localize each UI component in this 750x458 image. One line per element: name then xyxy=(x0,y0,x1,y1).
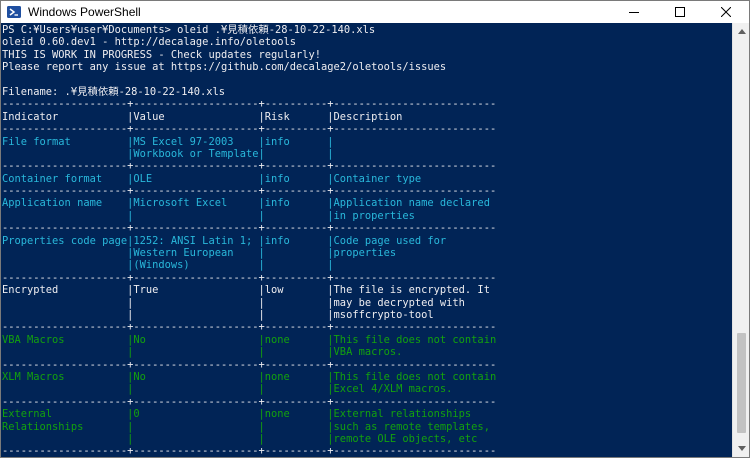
console-line: | | |may be decrypted with xyxy=(2,296,465,309)
console-line: |Western European | |properties xyxy=(2,247,397,260)
console-line: Relationships | | |such as remote templa… xyxy=(2,420,490,433)
console-line: |(Windows) | | xyxy=(2,259,334,272)
scroll-up-button[interactable] xyxy=(733,23,749,40)
close-button[interactable] xyxy=(703,1,749,23)
console-line: --------------------+-------------------… xyxy=(2,222,497,235)
window-title: Windows PowerShell xyxy=(28,5,141,19)
console-text: PS C:¥Users¥user¥Documents> oleid .¥見積依頼… xyxy=(2,24,496,457)
console-line: Indicator |Value |Risk |Description xyxy=(2,110,403,123)
console-line: --------------------+-------------------… xyxy=(2,185,497,198)
console-line: Filename: .¥見積依頼-28-10-22-140.xls xyxy=(2,85,225,98)
chevron-down-icon xyxy=(737,446,746,451)
console-line: --------------------+-------------------… xyxy=(2,321,497,334)
console-line: Container format |OLE |info |Container t… xyxy=(2,172,422,185)
console-line: --------------------+-------------------… xyxy=(2,160,497,173)
console-line: Properties code page|1252: ANSI Latin 1;… xyxy=(2,234,447,247)
console-line: XLM Macros |No |none |This file does not… xyxy=(2,370,497,383)
console-line: Please report any issue at https://githu… xyxy=(2,61,447,74)
chevron-up-icon xyxy=(737,29,746,34)
minimize-button[interactable] xyxy=(611,1,657,23)
console-line: |Workbook or Template| | xyxy=(2,147,334,160)
close-icon xyxy=(721,7,731,17)
scroll-thumb[interactable] xyxy=(737,333,746,433)
minimize-icon xyxy=(629,12,639,13)
vertical-scrollbar[interactable] xyxy=(732,23,749,457)
console-line: oleid 0.60.dev1 - http://decalage.info/o… xyxy=(2,36,297,49)
console-line: --------------------+-------------------… xyxy=(2,395,497,408)
console-line: Application name |Microsoft Excel |info … xyxy=(2,197,490,210)
console-line: | | |Excel 4/XLM macros. xyxy=(2,383,453,396)
console-line: --------------------+-------------------… xyxy=(2,98,497,111)
window-controls xyxy=(611,1,749,23)
console-line: File format |MS Excel 97-2003 |info | xyxy=(2,135,334,148)
console-output[interactable]: PS C:¥Users¥user¥Documents> oleid .¥見積依頼… xyxy=(1,23,732,457)
console-line: PS C:¥Users¥user¥Documents> oleid .¥見積依頼… xyxy=(2,24,376,36)
console-line: THIS IS WORK IN PROGRESS - Check updates… xyxy=(2,48,322,61)
console-line: | | |VBA macros. xyxy=(2,346,403,359)
console-line: External |0 |none |External relationship… xyxy=(2,408,472,421)
maximize-button[interactable] xyxy=(657,1,703,23)
maximize-icon xyxy=(675,7,685,17)
title-bar[interactable]: Windows PowerShell xyxy=(1,1,749,23)
console-line: --------------------+-------------------… xyxy=(2,445,497,457)
console-line: --------------------+-------------------… xyxy=(2,358,497,371)
console-line: | | |msoffcrypto-tool xyxy=(2,308,434,321)
console-line: VBA Macros |No |none |This file does not… xyxy=(2,333,497,346)
console-line: | | |in properties xyxy=(2,209,415,222)
console-line: --------------------+-------------------… xyxy=(2,271,497,284)
console-line: --------------------+-------------------… xyxy=(2,123,497,136)
console-line: | | |remote OLE objects, etc xyxy=(2,432,478,445)
powershell-icon[interactable] xyxy=(6,4,22,20)
powershell-window: Windows PowerShell PS C:¥Users¥user¥Docu… xyxy=(0,0,750,458)
console-line: Encrypted |True |low |The file is encryp… xyxy=(2,284,490,297)
scroll-down-button[interactable] xyxy=(733,440,749,457)
